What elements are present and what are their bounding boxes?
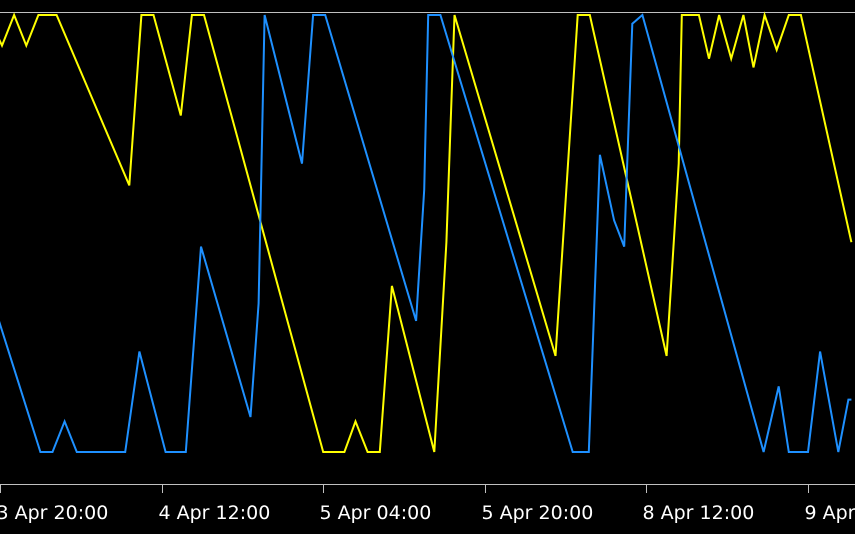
x-tick-label-6: 9 Apr 04:00	[805, 502, 855, 524]
x-tick-label-5: 8 Apr 12:00	[643, 502, 755, 524]
x-tick-label-1: 3 Apr 20:00	[0, 502, 108, 524]
x-tick-label-4: 5 Apr 20:00	[482, 502, 594, 524]
chart-area: 3 Apr 20:00 4 Apr 12:00 5 Apr 04:00 5 Apr 2…	[0, 0, 855, 534]
line-chart: 3 Apr 20:00 4 Apr 12:00 5 Apr 04:00 5 Apr 2…	[0, 0, 855, 534]
x-tick-label-3: 5 Apr 04:00	[320, 502, 432, 524]
x-tick-label-2: 4 Apr 12:00	[159, 502, 271, 524]
